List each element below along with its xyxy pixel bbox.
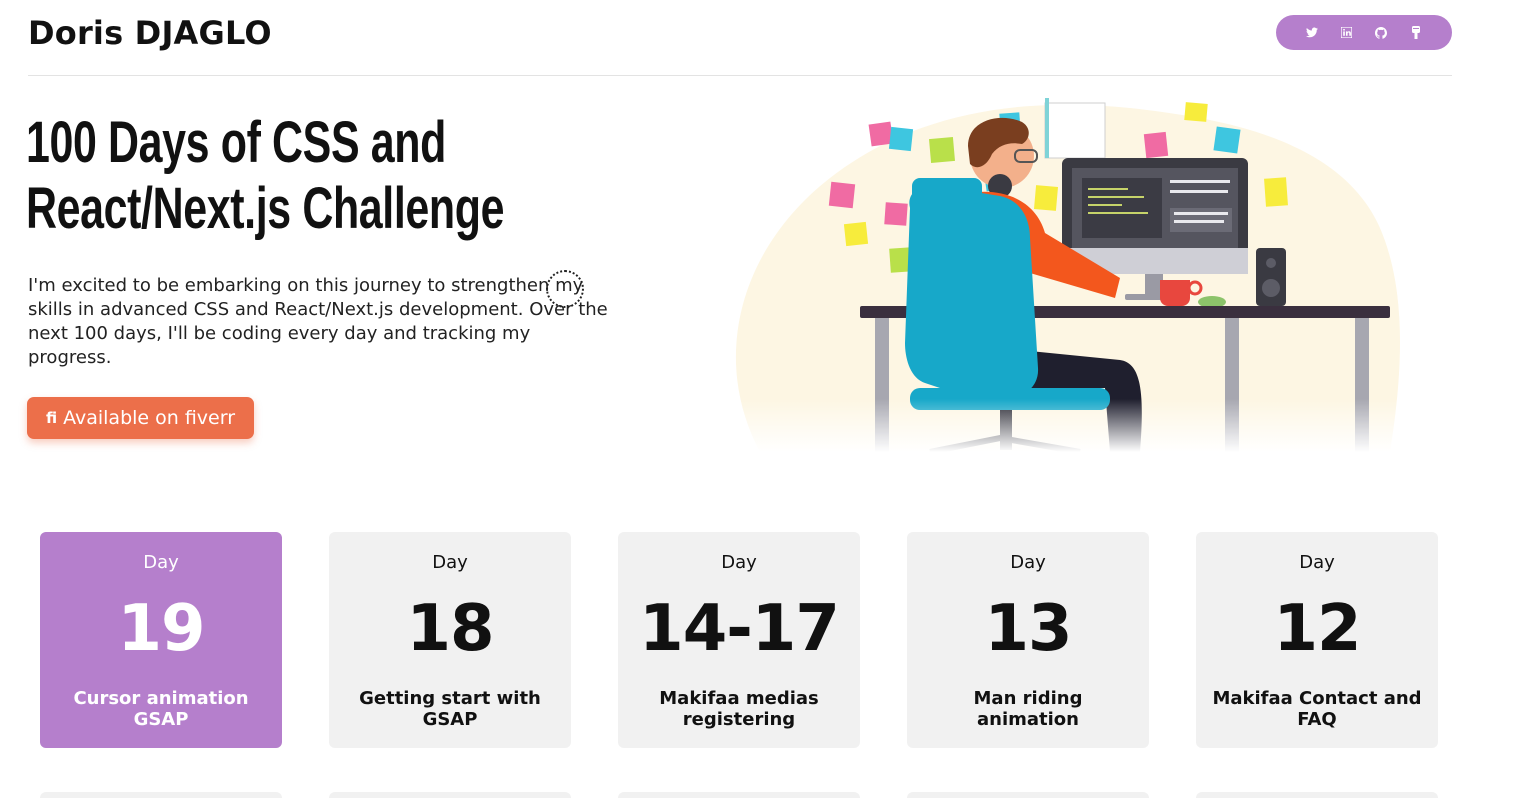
day-number: 19	[117, 592, 205, 666]
day-label: Day	[1299, 552, 1335, 573]
day-title: Makifaa Contact and FAQ	[1212, 688, 1422, 730]
github-icon[interactable]	[1373, 25, 1389, 41]
fiverr-icon: fi	[45, 409, 58, 427]
social-links	[1276, 15, 1452, 50]
day-card-13[interactable]: Day 13 Man riding animation	[907, 532, 1149, 748]
developer-illustration	[700, 98, 1420, 452]
day-label: Day	[1010, 552, 1046, 573]
day-number: 12	[1273, 592, 1361, 666]
day-title: Man riding animation	[973, 688, 1083, 730]
fiverr-button-label: Available on fiverr	[63, 407, 236, 429]
day-label: Day	[721, 552, 757, 573]
hero-title-line1: 100 Days of CSS and	[26, 110, 446, 175]
day-card-19[interactable]: Day 19 Cursor animation GSAP	[40, 532, 282, 748]
day-label: Day	[143, 552, 179, 573]
day-card-next-row[interactable]	[329, 792, 571, 798]
hero-title-line2: React/Next.js Challenge	[26, 176, 505, 241]
day-number: 18	[406, 592, 494, 666]
day-card-next-row[interactable]	[1196, 792, 1438, 798]
day-number: 13	[984, 592, 1072, 666]
day-title: Makifaa medias registering	[659, 688, 819, 730]
day-card-next-row[interactable]	[907, 792, 1149, 798]
twitter-icon[interactable]	[1304, 25, 1320, 41]
custom-cursor	[546, 270, 584, 308]
linkedin-icon[interactable]	[1339, 25, 1355, 41]
day-card-18[interactable]: Day 18 Getting start with GSAP	[329, 532, 571, 748]
header-divider	[28, 75, 1452, 76]
day-card-next-row[interactable]	[40, 792, 282, 798]
fiverr-button[interactable]: fi Available on fiverr	[27, 397, 254, 439]
dev-icon[interactable]	[1408, 25, 1424, 41]
hero-description: I'm excited to be embarking on this jour…	[28, 275, 608, 368]
day-number: 14-17	[639, 592, 840, 666]
day-title: Getting start with GSAP	[359, 688, 541, 730]
day-label: Day	[432, 552, 468, 573]
day-card-12[interactable]: Day 12 Makifaa Contact and FAQ	[1196, 532, 1438, 748]
day-title: Cursor animation GSAP	[73, 688, 249, 730]
day-card-next-row[interactable]	[618, 792, 860, 798]
day-card-14-17[interactable]: Day 14-17 Makifaa medias registering	[618, 532, 860, 748]
hero-title: 100 Days of CSS and React/Next.js Challe…	[26, 110, 505, 242]
site-name[interactable]: Doris DJAGLO	[28, 14, 272, 52]
